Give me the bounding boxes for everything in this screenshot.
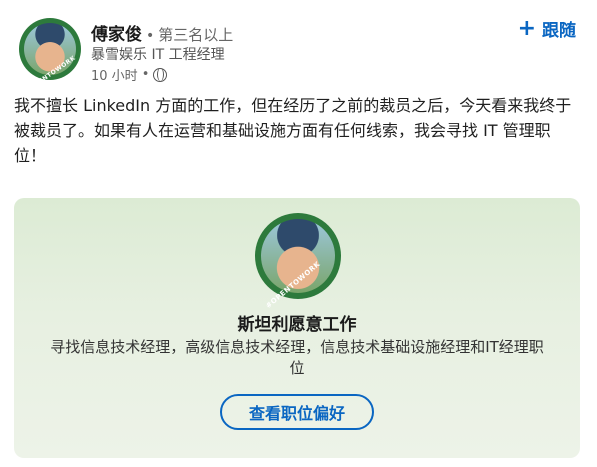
card-title: 斯坦利愿意工作 <box>237 315 357 335</box>
author-headline: 暴雪娱乐 IT 工程经理 <box>91 47 225 63</box>
post-time: 10 小时 <box>91 69 138 84</box>
card-subtitle: 寻找信息技术经理，高级信息技术经理，信息技术基础设施经理和IT经理职位 <box>50 338 544 377</box>
post-header: #OPENTOWORK 傅家俊 • 第三名以上 暴雪娱乐 IT 工程经理 10 … <box>14 14 584 84</box>
connection-degree: 第三名以上 <box>158 26 234 44</box>
view-job-preferences-button[interactable]: 查看职位偏好 <box>220 394 374 430</box>
card-avatar[interactable]: #OPENTOWORK <box>255 213 341 310</box>
plus-icon: + <box>517 15 536 41</box>
author-avatar[interactable]: #OPENTOWORK <box>19 18 81 80</box>
post-meta: 10 小时 • <box>91 65 168 84</box>
post-body-text: 我不擅长 LinkedIn 方面的工作，但在经历了之前的裁员之后，今天看来我终于… <box>14 96 572 165</box>
name-separator: • <box>146 28 155 44</box>
globe-icon <box>153 67 168 82</box>
author-name-row: 傅家俊 • 第三名以上 <box>91 20 233 45</box>
open-to-work-card: #OPENTOWORK 斯坦利愿意工作 寻找信息技术经理，高级信息技术经理，信息… <box>14 198 580 458</box>
follow-button[interactable]: + 跟随 <box>518 16 576 41</box>
follow-label: 跟随 <box>542 21 576 41</box>
time-separator: • <box>141 67 150 82</box>
author-name[interactable]: 傅家俊 <box>91 20 142 45</box>
author-photo <box>24 23 76 75</box>
